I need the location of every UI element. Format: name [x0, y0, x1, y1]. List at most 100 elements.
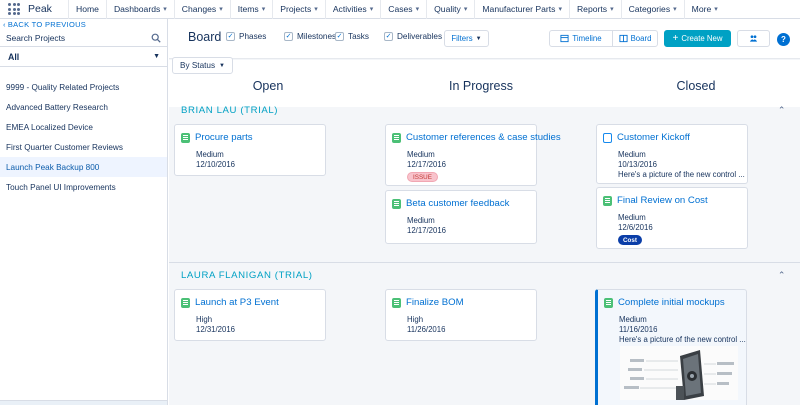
nav-tab-dashboards[interactable]: Dashboards ▾ [105, 0, 174, 19]
timeline-view-button[interactable]: Timeline [549, 30, 613, 47]
card-title-text[interactable]: Customer references & case studies [406, 132, 561, 143]
timeline-label: Timeline [572, 34, 602, 43]
board-main: Board ✓ Phases ✓ Milestones ✓ Tasks ✓ Deliverab… [169, 19, 800, 405]
nav-tab-label: Projects [280, 4, 312, 14]
card-title[interactable]: Finalize BOM [392, 297, 464, 308]
search-projects-input[interactable]: Search Projects [0, 29, 167, 47]
card-title-text[interactable]: Procure parts [195, 132, 253, 143]
filters-label: Filters [451, 34, 473, 43]
nav-tab-projects[interactable]: Projects ▾ [272, 0, 325, 19]
caret-down-icon: ▼ [475, 35, 482, 42]
task-icon [392, 297, 401, 308]
chevron-down-icon[interactable]: ▾ [163, 5, 167, 13]
chevron-down-icon[interactable]: ▾ [673, 5, 677, 13]
chevron-up-icon[interactable]: ⌃ [778, 105, 786, 116]
group-by-select[interactable]: By Status ▼ [172, 57, 233, 74]
task-icon [392, 132, 401, 143]
checkbox-check-icon[interactable]: ✓ [335, 32, 344, 41]
nav-tab-quality[interactable]: Quality ▾ [426, 0, 474, 19]
help-icon[interactable]: ? [777, 33, 790, 46]
checkbox-milestones[interactable]: ✓ Milestones [284, 32, 336, 41]
card-title[interactable]: Customer Kickoff [603, 132, 690, 143]
project-list-item[interactable]: EMEA Localized Device [0, 117, 167, 137]
chevron-down-icon[interactable]: ▾ [314, 5, 318, 13]
team-button[interactable] [737, 30, 770, 47]
group-owner-name: BRIAN LAU (TRIAL) [181, 104, 279, 116]
board-card[interactable]: Finalize BOM High 11/26/2016 [385, 289, 537, 341]
checkbox-phases[interactable]: ✓ Phases [226, 32, 266, 41]
group-header[interactable]: BRIAN LAU (TRIAL) ⌃ [169, 99, 800, 121]
nav-tab-more[interactable]: More ▾ [683, 0, 725, 19]
nav-tab-activities[interactable]: Activities ▾ [324, 0, 380, 19]
nav-tab-changes[interactable]: Changes ▾ [173, 0, 230, 19]
board-card[interactable]: Procure parts Medium 12/10/2016 [174, 124, 326, 176]
card-due-date: 11/16/2016 [619, 325, 658, 334]
app-launcher-waffle-icon[interactable] [0, 0, 28, 19]
chevron-down-icon[interactable]: ▾ [370, 5, 374, 13]
project-sidebar: ‹ BACK TO PREVIOUS Search Projects All ▼… [0, 19, 168, 405]
nav-tab-label: Reports [576, 4, 608, 14]
chevron-down-icon[interactable]: ▾ [219, 5, 223, 13]
card-title-text[interactable]: Complete initial mockups [618, 297, 725, 308]
chevron-down-icon[interactable]: ▾ [416, 5, 420, 13]
nav-tab-label: Changes [181, 4, 217, 14]
nav-tab-manufacturer-parts[interactable]: Manufacturer Parts ▾ [474, 0, 569, 19]
task-icon [181, 297, 190, 308]
checkbox-check-icon[interactable]: ✓ [284, 32, 293, 41]
nav-tab-categories[interactable]: Categories ▾ [620, 0, 684, 19]
nav-tab-reports[interactable]: Reports ▾ [568, 0, 621, 19]
project-list-item[interactable]: First Quarter Customer Reviews [0, 137, 167, 157]
board-card[interactable]: Customer Kickoff Medium 10/13/2016 Here's a… [596, 124, 748, 184]
chevron-up-icon[interactable]: ⌃ [778, 270, 786, 281]
nav-tab-items[interactable]: Items ▾ [229, 0, 273, 19]
nav-tabs: Home Dashboards ▾ Changes ▾ Items ▾ Projects ▾ Ac… [68, 0, 725, 19]
chevron-down-icon[interactable]: ▾ [464, 5, 468, 13]
card-title-text[interactable]: Finalize BOM [406, 297, 464, 308]
search-placeholder: Search Projects [6, 32, 66, 43]
card-title[interactable]: Customer references & case studies [392, 132, 561, 143]
card-priority: Medium [407, 150, 435, 159]
card-due-date: 12/17/2016 [407, 160, 447, 169]
card-title-text[interactable]: Launch at P3 Event [195, 297, 279, 308]
card-title-text[interactable]: Final Review on Cost [617, 195, 708, 206]
board-card[interactable]: Launch at P3 Event High 12/31/2016 [174, 289, 326, 341]
board-card[interactable]: Final Review on Cost Medium 12/6/2016 Cost [596, 187, 748, 249]
chevron-down-icon[interactable]: ▾ [610, 5, 614, 13]
checkbox-check-icon[interactable]: ✓ [226, 32, 235, 41]
card-title[interactable]: Complete initial mockups [604, 297, 725, 308]
project-list-item[interactable]: 9999 - Quality Related Projects [0, 77, 167, 97]
board-view-button[interactable]: Board [612, 30, 658, 47]
chevron-down-icon[interactable]: ▾ [262, 5, 266, 13]
plus-icon: + [672, 33, 679, 44]
card-title[interactable]: Final Review on Cost [603, 195, 708, 206]
checkbox-tasks[interactable]: ✓ Tasks [335, 32, 369, 41]
card-title[interactable]: Launch at P3 Event [181, 297, 279, 308]
chevron-down-icon[interactable]: ▾ [714, 5, 718, 13]
checkbox-check-icon[interactable]: ✓ [384, 32, 393, 41]
project-list-item[interactable]: Launch Peak Backup 800 [0, 157, 167, 177]
project-filter-select[interactable]: All ▼ [0, 47, 167, 67]
board-card[interactable]: Beta customer feedback Medium 12/17/2016 [385, 190, 537, 244]
board-card[interactable]: Customer references & case studies Medium… [385, 124, 561, 186]
card-title[interactable]: Procure parts [181, 132, 253, 143]
back-to-previous-link[interactable]: ‹ BACK TO PREVIOUS [0, 19, 167, 29]
nav-tab-cases[interactable]: Cases ▾ [380, 0, 426, 19]
card-title-text[interactable]: Beta customer feedback [406, 198, 509, 209]
filters-button[interactable]: Filters ▼ [444, 30, 489, 47]
nav-tab-home[interactable]: Home [68, 0, 106, 19]
card-priority: Medium [618, 150, 646, 159]
checkbox-deliverables[interactable]: ✓ Deliverables [384, 32, 442, 41]
create-new-button[interactable]: + Create New [664, 30, 731, 47]
chevron-down-icon[interactable]: ▾ [558, 5, 562, 13]
project-list-item[interactable]: Touch Panel UI Improvements [0, 177, 167, 197]
group-owner-name: LAURA FLANIGAN (TRIAL) [181, 269, 313, 281]
card-note: Here's a picture of the new control ... [619, 335, 746, 344]
board-card[interactable]: Complete initial mockups Medium 11/16/2016… [595, 289, 747, 405]
task-icon [181, 132, 190, 143]
card-attachment-image[interactable] [620, 346, 738, 400]
search-icon[interactable] [151, 33, 161, 43]
group-header[interactable]: LAURA FLANIGAN (TRIAL) ⌃ [169, 264, 800, 286]
card-title-text[interactable]: Customer Kickoff [617, 132, 690, 143]
card-title[interactable]: Beta customer feedback [392, 198, 509, 209]
project-list-item[interactable]: Advanced Battery Research [0, 97, 167, 117]
